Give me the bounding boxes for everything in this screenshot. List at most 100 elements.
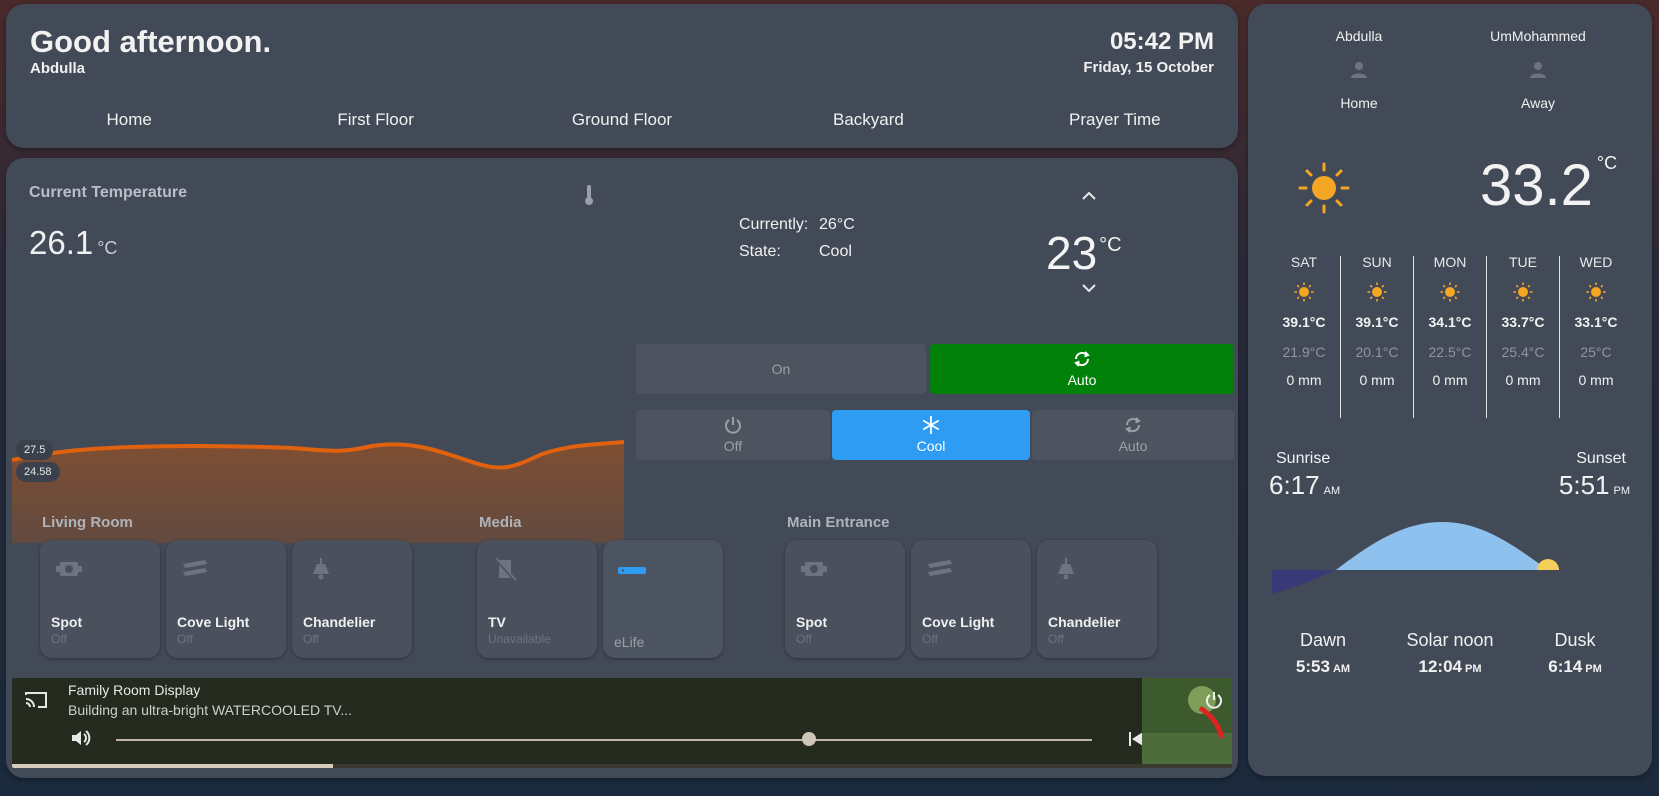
tile-name: TV bbox=[488, 614, 506, 630]
target-unit: °C bbox=[1099, 234, 1122, 256]
led-strip-icon bbox=[925, 554, 955, 584]
nav-home[interactable]: Home bbox=[6, 110, 252, 130]
chevron-up-icon[interactable] bbox=[1077, 186, 1101, 206]
person-icon bbox=[1349, 60, 1369, 85]
media-progress-fill bbox=[12, 764, 333, 768]
mode-auto-button[interactable]: Auto bbox=[1032, 410, 1234, 460]
fan-on-label: On bbox=[771, 361, 791, 377]
person-name: Abdulla bbox=[1335, 28, 1383, 44]
tv-off-icon bbox=[491, 554, 521, 584]
tile-media-tv[interactable]: TV Unavailable bbox=[477, 540, 597, 658]
mode-off-label: Off bbox=[723, 438, 743, 454]
tile-entrance-spot[interactable]: Spot Off bbox=[785, 540, 905, 658]
mode-off-button[interactable]: Off bbox=[636, 410, 830, 460]
side-card: Abdulla Home UmMohammed Away 33.2 °C SAT … bbox=[1248, 4, 1652, 776]
group-media-title: Media bbox=[479, 514, 522, 531]
dusk-time: 6:14 PM bbox=[1505, 657, 1645, 677]
forecast-day-name: MON bbox=[1433, 254, 1467, 270]
header-card: Good afternoon. Abdulla 05:42 PM Friday,… bbox=[6, 4, 1238, 148]
thermometer-icon bbox=[584, 184, 594, 211]
sunrise-ampm: AM bbox=[1323, 485, 1341, 497]
forecast-high: 34.1°C bbox=[1428, 314, 1472, 330]
nav-prayer-time[interactable]: Prayer Time bbox=[992, 110, 1238, 130]
forecast-precip: 0 mm bbox=[1359, 372, 1395, 388]
tile-name: Cove Light bbox=[177, 614, 250, 630]
mode-auto-label: Auto bbox=[1118, 438, 1148, 454]
forecast-low: 25.4°C bbox=[1501, 344, 1545, 360]
tile-name: Chandelier bbox=[1048, 614, 1121, 630]
dawn-label: Dawn bbox=[1299, 630, 1347, 650]
temperature-value: 26.1 °C bbox=[29, 224, 117, 262]
sunrise-label: Sunrise bbox=[1276, 450, 1331, 467]
ceiling-light-icon bbox=[1051, 554, 1081, 584]
weather-temperature: 33.2 °C bbox=[1480, 152, 1617, 219]
sunrise-value: 6:17 bbox=[1269, 470, 1320, 500]
tile-living-spot[interactable]: Spot Off bbox=[40, 540, 160, 658]
forecast-high: 33.7°C bbox=[1501, 314, 1545, 330]
forecast-day-name: WED bbox=[1579, 254, 1613, 270]
nav-ground-floor[interactable]: Ground Floor bbox=[499, 110, 745, 130]
target-number: 23 bbox=[1046, 227, 1098, 279]
sunset-value: 5:51 bbox=[1558, 470, 1610, 500]
ceiling-light-icon bbox=[306, 554, 336, 584]
tile-entrance-chandelier[interactable]: Chandelier Off bbox=[1037, 540, 1157, 658]
spotlight-icon bbox=[54, 554, 84, 584]
sync-icon bbox=[1032, 410, 1234, 440]
sunny-icon bbox=[1440, 282, 1460, 307]
fan-auto-button[interactable]: Auto bbox=[930, 344, 1234, 394]
snowflake-icon bbox=[832, 410, 1030, 440]
cast-icon[interactable] bbox=[24, 690, 48, 715]
sun-elevation-graph bbox=[1272, 514, 1562, 619]
nav-backyard[interactable]: Backyard bbox=[745, 110, 991, 130]
sync-icon bbox=[930, 344, 1234, 374]
greeting: Good afternoon. bbox=[30, 24, 272, 59]
sunset-label: Sunset bbox=[1576, 450, 1626, 467]
clock: 05:42 PM bbox=[1109, 28, 1214, 55]
fan-auto-label: Auto bbox=[1067, 372, 1097, 388]
tile-media-elife[interactable]: eLife bbox=[603, 540, 723, 658]
tile-living-chandelier[interactable]: Chandelier Off bbox=[292, 540, 412, 658]
volume-icon[interactable] bbox=[70, 728, 92, 753]
sunset-time: 5:51 PM bbox=[1559, 470, 1630, 501]
temperature-title: Current Temperature bbox=[29, 184, 187, 201]
forecast-day: SUN 39.1°C 20.1°C 0 mm bbox=[1341, 254, 1413, 388]
person-abdulla[interactable]: Abdulla Home bbox=[1284, 28, 1434, 111]
solar-noon: Solar noon 12:04 PM bbox=[1380, 630, 1520, 677]
person-status: Home bbox=[1340, 95, 1378, 111]
person-name: UmMohammed bbox=[1490, 28, 1586, 44]
media-title: Building an ultra-bright WATERCOOLED TV.… bbox=[68, 702, 352, 718]
chevron-down-icon[interactable] bbox=[1077, 278, 1101, 298]
tile-entrance-cove-light[interactable]: Cove Light Off bbox=[911, 540, 1031, 658]
forecast-day: TUE 33.7°C 25.4°C 0 mm bbox=[1487, 254, 1559, 388]
main-card: Current Temperature 26.1 °C 27.5 24.58 Cu… bbox=[6, 158, 1238, 778]
seek-handle[interactable] bbox=[801, 732, 816, 746]
sunny-icon bbox=[1298, 162, 1350, 219]
seek-bar[interactable] bbox=[116, 739, 1092, 741]
forecast-day: SAT 39.1°C 21.9°C 0 mm bbox=[1268, 254, 1340, 388]
forecast-day-name: TUE bbox=[1509, 254, 1537, 270]
tile-name: eLife bbox=[614, 634, 645, 650]
forecast-high: 39.1°C bbox=[1355, 314, 1399, 330]
weather-temp-number: 33.2 bbox=[1480, 153, 1593, 218]
sunny-icon bbox=[1367, 282, 1387, 307]
person-ummohammed[interactable]: UmMohammed Away bbox=[1463, 28, 1613, 111]
mode-cool-label: Cool bbox=[916, 438, 946, 454]
fan-on-button[interactable]: On bbox=[636, 344, 926, 394]
target-temperature: 23 °C bbox=[1046, 226, 1122, 280]
tile-living-cove-light[interactable]: Cove Light Off bbox=[166, 540, 286, 658]
forecast-day-name: SUN bbox=[1362, 254, 1392, 270]
forecast-low: 22.5°C bbox=[1428, 344, 1472, 360]
tile-state: Off bbox=[51, 632, 67, 646]
weather-temp-unit: °C bbox=[1596, 153, 1618, 173]
tile-state: Unavailable bbox=[488, 632, 551, 646]
mode-cool-button[interactable]: Cool bbox=[832, 410, 1030, 460]
sunny-icon bbox=[1586, 282, 1606, 307]
tile-state: Off bbox=[796, 632, 812, 646]
power-icon[interactable] bbox=[1204, 690, 1224, 715]
tile-state: Off bbox=[922, 632, 938, 646]
tile-name: Chandelier bbox=[303, 614, 376, 630]
dawn-ampm: AM bbox=[1332, 663, 1351, 675]
group-main-entrance-title: Main Entrance bbox=[787, 514, 890, 531]
forecast-low: 21.9°C bbox=[1282, 344, 1326, 360]
nav-first-floor[interactable]: First Floor bbox=[252, 110, 498, 130]
